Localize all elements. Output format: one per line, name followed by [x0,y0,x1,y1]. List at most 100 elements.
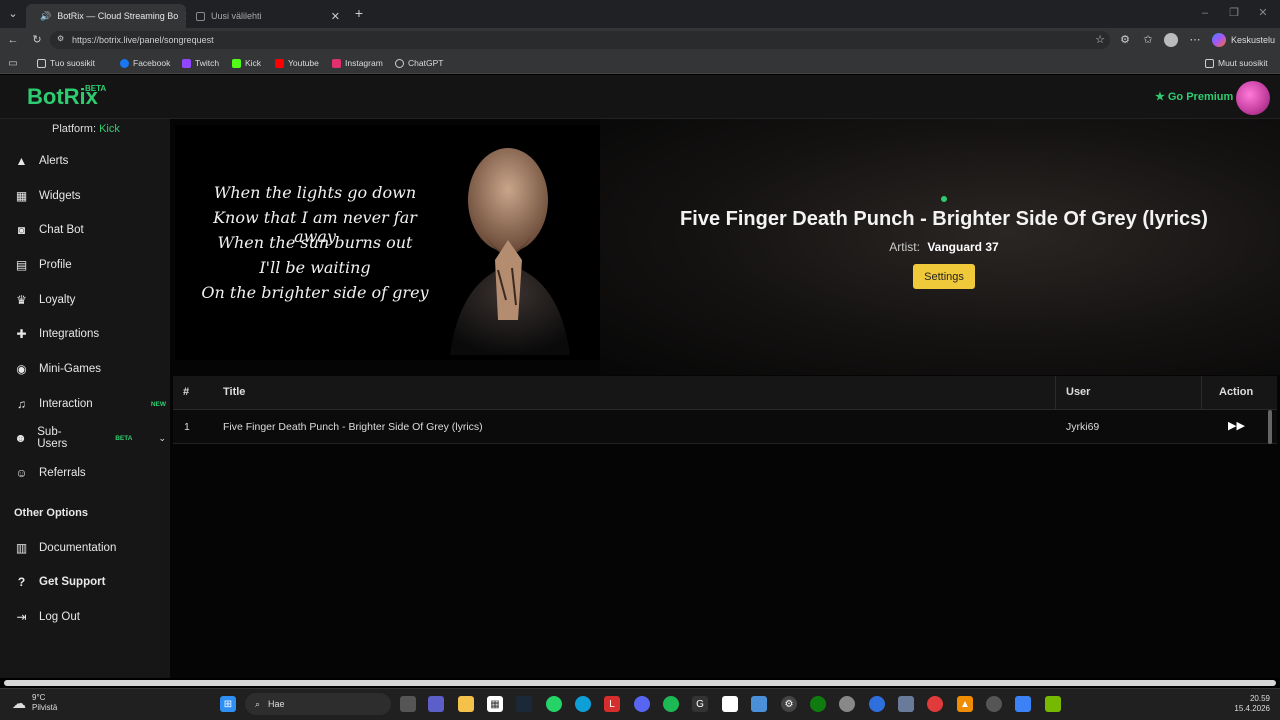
whatsapp-icon[interactable] [546,696,562,712]
sidebar-item-documentation[interactable]: ▥ Documentation [14,537,166,559]
settings-gear-icon[interactable]: ⚙ [781,696,797,712]
photos-icon[interactable] [1015,696,1031,712]
bookmark-twitch[interactable]: Twitch [182,56,219,70]
task-view-icon[interactable] [400,696,416,712]
row-title: Five Finger Death Punch - Brighter Side … [223,421,483,433]
skip-forward-icon[interactable]: ▶▶ [1228,419,1245,432]
sidebar-item-label: Sub-Users [37,426,68,450]
file-explorer-icon[interactable] [458,696,474,712]
user-avatar[interactable] [1236,81,1270,115]
sidebar-item-sub-users[interactable]: ☻ Sub-Users BETA ⌄ [14,426,166,450]
snip-icon[interactable] [986,696,1002,712]
platform-value[interactable]: Kick [99,123,120,135]
sidebar-item-loyalty[interactable]: ♛ Loyalty [14,289,166,311]
bookmark-instagram[interactable]: Instagram [332,56,383,70]
sidebar-item-chat-bot[interactable]: ◙ Chat Bot [14,219,166,241]
tab-list-chevron-icon[interactable]: ⌄ [6,7,20,21]
beta-badge: BETA [115,434,133,442]
new-tab-plus-icon[interactable]: + [352,6,366,20]
xbox-icon[interactable] [810,696,826,712]
bookmark-youtube[interactable]: Youtube [275,56,319,70]
taskbar-search[interactable]: ⌕ Hae [245,693,391,715]
steam-icon[interactable] [516,696,532,712]
bookmark-label: Facebook [133,58,171,68]
artist-value: Vanguard 37 [927,240,999,254]
close-window-icon[interactable]: ✕ [1256,6,1270,20]
lyric-line: I'll be waiting [259,258,371,277]
sidebar-item-label: Get Support [39,576,106,588]
artist-label: Artist: [889,240,920,254]
bookmark-kick[interactable]: Kick [232,56,261,70]
sidebar-item-get-support[interactable]: ? Get Support [14,571,166,593]
grid-icon: ▦ [15,189,28,203]
tab-new[interactable]: Uusi välilehti ✕ [188,4,348,28]
tab-label: BotRix — Cloud Streaming Bo [57,11,179,21]
row-user: Jyrki69 [1066,421,1100,433]
live-indicator [941,196,947,202]
artist-row: Artist: Vanguard 37 [612,240,1276,254]
reload-icon[interactable]: ↻ [30,33,44,47]
profile-icon[interactable] [1164,33,1178,47]
bookmark-chatgpt[interactable]: ChatGPT [395,56,443,70]
g-hub-icon[interactable]: G [692,696,708,712]
favorites-icon[interactable]: ✩ [1141,33,1155,47]
sidebar-item-log-out[interactable]: ⇥ Log Out [14,606,166,628]
book-icon: ▥ [15,541,28,555]
obs-icon[interactable] [839,696,855,712]
go-premium-button[interactable]: ★ Go Premium [1155,90,1233,104]
chevron-down-icon[interactable]: ⌄ [158,433,166,444]
more-menu-icon[interactable]: ⋯ [1188,33,1202,47]
calculator-icon[interactable]: ▦ [487,696,503,712]
edge-icon[interactable] [575,696,591,712]
discord-icon[interactable] [634,696,650,712]
sidebar-toggle-icon[interactable]: ▭ [6,57,20,71]
settings-button[interactable]: Settings [913,264,975,289]
close-tab-icon[interactable]: ✕ [184,10,186,23]
bookmark-import[interactable]: Tuo suosikit [37,56,95,70]
weather-widget[interactable]: ☁ 9°C Pilvistä [12,693,57,713]
address-bar[interactable]: ⚙ https://botrix.live/panel/songrequest [50,31,1110,49]
logout-icon: ⇥ [16,610,27,624]
minimize-window-icon[interactable]: – [1198,6,1212,20]
video-thumbnail[interactable]: When the lights go down Know that I am n… [175,125,600,360]
gear-app-icon[interactable] [898,696,914,712]
l-app-icon[interactable]: L [604,696,620,712]
copilot-icon [1212,33,1226,47]
rog-icon[interactable] [927,696,943,712]
spotify-icon[interactable] [663,696,679,712]
star-icon: ★ [1155,91,1165,103]
sidebar-item-referrals[interactable]: ☺ Referrals [14,462,166,484]
favorite-star-icon[interactable]: ☆ [1093,33,1107,47]
page-horizontal-scrollbar[interactable] [4,680,1276,686]
mail-icon[interactable] [751,696,767,712]
vlc-icon[interactable]: ▲ [957,696,973,712]
column-header-number: # [183,386,190,398]
lyric-line: When the sun burns out [217,233,413,252]
teams-icon[interactable] [428,696,444,712]
platform-indicator: Platform: Kick [52,123,120,135]
table-scrollbar[interactable] [1268,410,1272,444]
other-options-heading: Other Options [14,507,88,519]
sidebar-item-alerts[interactable]: ▲ Alerts [14,150,166,172]
copilot-button[interactable]: Keskustelu [1212,33,1275,47]
sidebar-item-widgets[interactable]: ▦ Widgets [14,185,166,207]
maximize-window-icon[interactable]: ❐ [1227,6,1241,20]
close-tab-icon[interactable]: ✕ [331,10,340,23]
bookmark-facebook[interactable]: Facebook [120,56,170,70]
system-clock[interactable]: 20.59 15.4.2026 [1226,694,1270,714]
bookmark-label: Twitch [195,58,220,68]
back-arrow-icon[interactable]: ← [6,33,20,47]
notepad-icon[interactable] [722,696,738,712]
sidebar-item-integrations[interactable]: ✚ Integrations [14,323,166,345]
start-windows-icon[interactable]: ⊞ [220,696,236,712]
sidebar-item-mini-games[interactable]: ◉ Mini-Games [14,358,166,380]
site-info-icon[interactable]: ⚙ [57,34,64,43]
other-bookmarks[interactable]: Muut suosikit [1205,56,1268,70]
ea-app-icon[interactable] [869,696,885,712]
users-icon: ☻ [14,431,27,445]
sidebar-item-interaction[interactable]: ♫ Interaction NEW [14,393,166,415]
nvidia-icon[interactable] [1045,696,1061,712]
extensions-icon[interactable]: ⚙ [1118,33,1132,47]
sidebar-item-profile[interactable]: ▤ Profile [14,254,166,276]
tab-botrix[interactable]: 🔊 BotRix — Cloud Streaming Bo ✕ [26,4,186,28]
